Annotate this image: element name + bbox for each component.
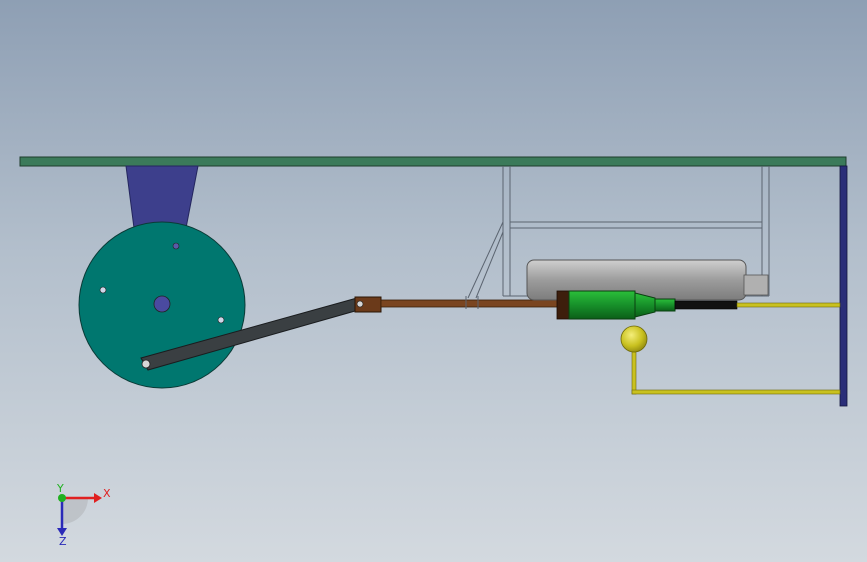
piston-ring [556, 290, 570, 320]
triad-y-label: Y [56, 482, 64, 495]
green-valve-body [568, 290, 636, 320]
black-rod [674, 300, 738, 310]
connecting-rod [380, 299, 560, 308]
triad-x-arrow-icon [94, 493, 102, 503]
yellow-pipes [631, 302, 841, 395]
triad-x-label: X [103, 487, 111, 500]
green-valve-nozzle [654, 298, 676, 312]
top-plate [19, 156, 847, 167]
crank-pin-wheel [141, 359, 151, 369]
mechanism-viewport: X Y Z [19, 156, 848, 548]
triad-y-axis-dot [58, 494, 66, 502]
wheel-hole-right [217, 316, 225, 324]
yellow-ball-float [620, 325, 648, 353]
triad-quarter-disk [62, 498, 88, 524]
right-post [839, 165, 848, 407]
wheel-bracket [125, 165, 199, 229]
wheel-hole-left [99, 286, 107, 294]
triad-z-label: Z [59, 535, 67, 548]
wheel-hole-top [172, 242, 180, 250]
cylinder-end-cap [743, 274, 769, 296]
crank-pin-rod [356, 300, 364, 308]
coordinate-triad: X Y Z [56, 482, 111, 548]
wheel-hub [153, 295, 171, 313]
